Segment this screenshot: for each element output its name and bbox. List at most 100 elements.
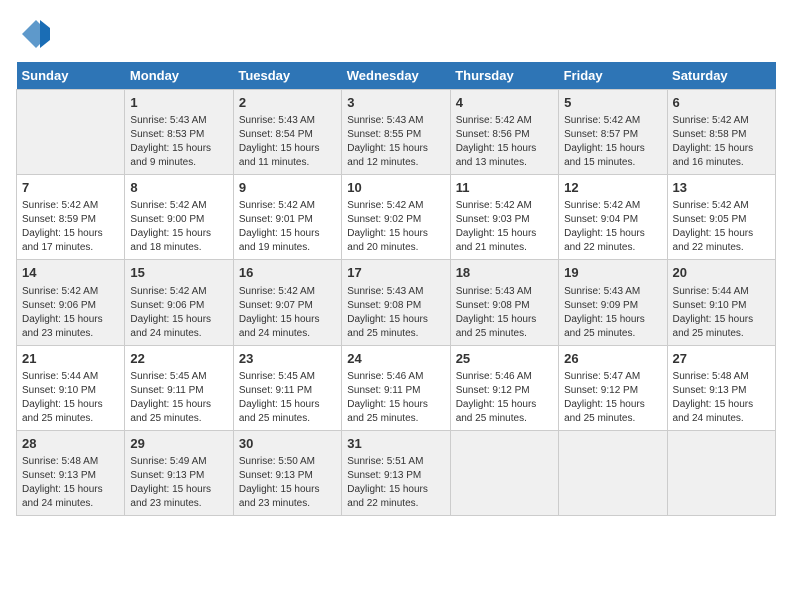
day-info: Sunrise: 5:42 AM Sunset: 9:06 PM Dayligh… <box>130 285 227 341</box>
day-number: 30 <box>239 435 336 453</box>
day-info: Sunrise: 5:48 AM Sunset: 9:13 PM Dayligh… <box>22 455 119 511</box>
day-info: Sunrise: 5:42 AM Sunset: 9:01 PM Dayligh… <box>239 199 336 255</box>
day-number: 6 <box>673 94 770 112</box>
calendar-cell: 1Sunrise: 5:43 AM Sunset: 8:53 PM Daylig… <box>125 90 233 175</box>
calendar-cell: 31Sunrise: 5:51 AM Sunset: 9:13 PM Dayli… <box>342 430 450 515</box>
day-info: Sunrise: 5:43 AM Sunset: 9:08 PM Dayligh… <box>456 285 553 341</box>
calendar-table: SundayMondayTuesdayWednesdayThursdayFrid… <box>16 62 776 516</box>
calendar-week-5: 28 Sunrise: 5:48 AM Sunset: 9:13 PM Dayli… <box>17 430 776 515</box>
calendar-cell <box>17 90 125 175</box>
calendar-cell: 19 Sunrise: 5:43 AM Sunset: 9:09 PM Dayli… <box>559 260 667 345</box>
day-number: 12 <box>564 179 661 197</box>
calendar-cell: 23Sunrise: 5:45 AM Sunset: 9:11 PM Dayli… <box>233 345 341 430</box>
calendar-cell <box>667 430 775 515</box>
day-number: 7 <box>22 179 119 197</box>
day-info: Sunrise: 5:42 AM Sunset: 9:02 PM Dayligh… <box>347 199 444 255</box>
day-number: 29 <box>130 435 227 453</box>
day-number: 8 <box>130 179 227 197</box>
logo <box>16 16 56 52</box>
day-number: 26 <box>564 350 661 368</box>
day-number: 5 <box>564 94 661 112</box>
header-day-sunday: Sunday <box>17 62 125 90</box>
calendar-header: SundayMondayTuesdayWednesdayThursdayFrid… <box>17 62 776 90</box>
day-number: 18 <box>456 264 553 282</box>
day-info: Sunrise: 5:45 AM Sunset: 9:11 PM Dayligh… <box>239 370 336 426</box>
calendar-cell: 6 Sunrise: 5:42 AM Sunset: 8:58 PM Daylig… <box>667 90 775 175</box>
calendar-cell: 10 Sunrise: 5:42 AM Sunset: 9:02 PM Dayli… <box>342 175 450 260</box>
calendar-cell: 8 Sunrise: 5:42 AM Sunset: 9:00 PM Daylig… <box>125 175 233 260</box>
calendar-cell: 21Sunrise: 5:44 AM Sunset: 9:10 PM Dayli… <box>17 345 125 430</box>
logo-icon <box>16 16 52 52</box>
day-info: Sunrise: 5:42 AM Sunset: 8:57 PM Dayligh… <box>564 114 661 170</box>
day-info: Sunrise: 5:42 AM Sunset: 9:03 PM Dayligh… <box>456 199 553 255</box>
calendar-cell: 27Sunrise: 5:48 AM Sunset: 9:13 PM Dayli… <box>667 345 775 430</box>
calendar-cell: 30Sunrise: 5:50 AM Sunset: 9:13 PM Dayli… <box>233 430 341 515</box>
calendar-cell: 13Sunrise: 5:42 AM Sunset: 9:05 PM Dayli… <box>667 175 775 260</box>
calendar-week-3: 14Sunrise: 5:42 AM Sunset: 9:06 PM Dayli… <box>17 260 776 345</box>
day-info: Sunrise: 5:46 AM Sunset: 9:11 PM Dayligh… <box>347 370 444 426</box>
calendar-cell: 12 Sunrise: 5:42 AM Sunset: 9:04 PM Dayli… <box>559 175 667 260</box>
day-number: 17 <box>347 264 444 282</box>
day-number: 28 <box>22 435 119 453</box>
day-info: Sunrise: 5:42 AM Sunset: 9:07 PM Dayligh… <box>239 285 336 341</box>
day-info: Sunrise: 5:43 AM Sunset: 9:08 PM Dayligh… <box>347 285 444 341</box>
day-info: Sunrise: 5:47 AM Sunset: 9:12 PM Dayligh… <box>564 370 661 426</box>
header-day-thursday: Thursday <box>450 62 558 90</box>
calendar-cell: 4Sunrise: 5:42 AM Sunset: 8:56 PM Daylig… <box>450 90 558 175</box>
day-number: 3 <box>347 94 444 112</box>
calendar-cell: 29 Sunrise: 5:49 AM Sunset: 9:13 PM Dayli… <box>125 430 233 515</box>
day-info: Sunrise: 5:49 AM Sunset: 9:13 PM Dayligh… <box>130 455 227 511</box>
day-info: Sunrise: 5:43 AM Sunset: 8:53 PM Dayligh… <box>130 114 227 170</box>
calendar-cell: 5 Sunrise: 5:42 AM Sunset: 8:57 PM Daylig… <box>559 90 667 175</box>
day-info: Sunrise: 5:42 AM Sunset: 9:04 PM Dayligh… <box>564 199 661 255</box>
day-info: Sunrise: 5:48 AM Sunset: 9:13 PM Dayligh… <box>673 370 770 426</box>
calendar-cell: 17 Sunrise: 5:43 AM Sunset: 9:08 PM Dayli… <box>342 260 450 345</box>
calendar-cell <box>559 430 667 515</box>
calendar-cell: 15 Sunrise: 5:42 AM Sunset: 9:06 PM Dayli… <box>125 260 233 345</box>
header-day-monday: Monday <box>125 62 233 90</box>
header-day-saturday: Saturday <box>667 62 775 90</box>
day-info: Sunrise: 5:43 AM Sunset: 9:09 PM Dayligh… <box>564 285 661 341</box>
day-number: 19 <box>564 264 661 282</box>
calendar-cell: 14Sunrise: 5:42 AM Sunset: 9:06 PM Dayli… <box>17 260 125 345</box>
day-info: Sunrise: 5:42 AM Sunset: 8:59 PM Dayligh… <box>22 199 119 255</box>
calendar-cell: 2 Sunrise: 5:43 AM Sunset: 8:54 PM Daylig… <box>233 90 341 175</box>
header-day-tuesday: Tuesday <box>233 62 341 90</box>
day-number: 24 <box>347 350 444 368</box>
day-number: 20 <box>673 264 770 282</box>
day-number: 16 <box>239 264 336 282</box>
day-info: Sunrise: 5:42 AM Sunset: 8:56 PM Dayligh… <box>456 114 553 170</box>
calendar-cell: 20 Sunrise: 5:44 AM Sunset: 9:10 PM Dayli… <box>667 260 775 345</box>
header-day-wednesday: Wednesday <box>342 62 450 90</box>
calendar-week-2: 7 Sunrise: 5:42 AM Sunset: 8:59 PM Daylig… <box>17 175 776 260</box>
day-number: 31 <box>347 435 444 453</box>
day-info: Sunrise: 5:44 AM Sunset: 9:10 PM Dayligh… <box>673 285 770 341</box>
header-row: SundayMondayTuesdayWednesdayThursdayFrid… <box>17 62 776 90</box>
day-info: Sunrise: 5:43 AM Sunset: 8:55 PM Dayligh… <box>347 114 444 170</box>
calendar-cell: 9 Sunrise: 5:42 AM Sunset: 9:01 PM Daylig… <box>233 175 341 260</box>
calendar-cell <box>450 430 558 515</box>
calendar-cell: 24 Sunrise: 5:46 AM Sunset: 9:11 PM Dayli… <box>342 345 450 430</box>
day-info: Sunrise: 5:42 AM Sunset: 9:05 PM Dayligh… <box>673 199 770 255</box>
day-info: Sunrise: 5:43 AM Sunset: 8:54 PM Dayligh… <box>239 114 336 170</box>
day-number: 15 <box>130 264 227 282</box>
calendar-cell: 16 Sunrise: 5:42 AM Sunset: 9:07 PM Dayli… <box>233 260 341 345</box>
day-number: 25 <box>456 350 553 368</box>
calendar-week-4: 21Sunrise: 5:44 AM Sunset: 9:10 PM Dayli… <box>17 345 776 430</box>
calendar-cell: 28 Sunrise: 5:48 AM Sunset: 9:13 PM Dayli… <box>17 430 125 515</box>
calendar-cell: 26 Sunrise: 5:47 AM Sunset: 9:12 PM Dayli… <box>559 345 667 430</box>
calendar-cell: 22Sunrise: 5:45 AM Sunset: 9:11 PM Dayli… <box>125 345 233 430</box>
page-header <box>16 16 776 52</box>
calendar-cell: 11 Sunrise: 5:42 AM Sunset: 9:03 PM Dayli… <box>450 175 558 260</box>
calendar-cell: 7 Sunrise: 5:42 AM Sunset: 8:59 PM Daylig… <box>17 175 125 260</box>
calendar-cell: 3 Sunrise: 5:43 AM Sunset: 8:55 PM Daylig… <box>342 90 450 175</box>
day-number: 21 <box>22 350 119 368</box>
day-info: Sunrise: 5:42 AM Sunset: 8:58 PM Dayligh… <box>673 114 770 170</box>
day-number: 2 <box>239 94 336 112</box>
day-number: 9 <box>239 179 336 197</box>
calendar-week-1: 1Sunrise: 5:43 AM Sunset: 8:53 PM Daylig… <box>17 90 776 175</box>
day-info: Sunrise: 5:42 AM Sunset: 9:00 PM Dayligh… <box>130 199 227 255</box>
day-number: 10 <box>347 179 444 197</box>
calendar-cell: 18 Sunrise: 5:43 AM Sunset: 9:08 PM Dayli… <box>450 260 558 345</box>
day-number: 11 <box>456 179 553 197</box>
